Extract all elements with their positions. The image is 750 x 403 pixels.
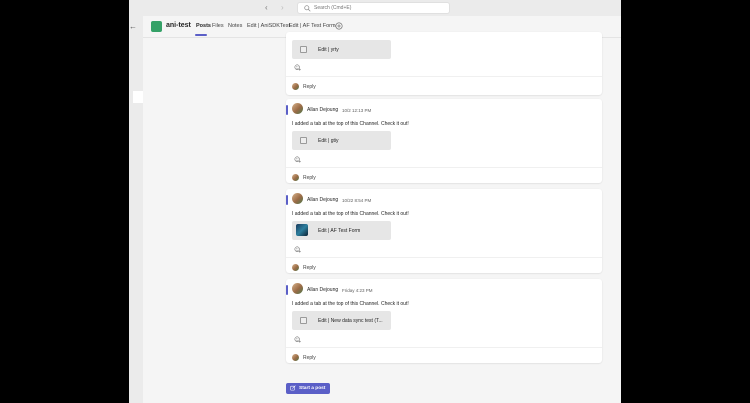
reply-button[interactable]: Reply	[303, 84, 316, 90]
post-message: I added a tab at the top of this Channel…	[292, 211, 409, 217]
post-accent-bar	[286, 195, 288, 205]
team-name: ani-test	[166, 22, 191, 29]
post-author: Allan Dejoung	[307, 287, 339, 293]
tab-posts[interactable]: Posts	[196, 23, 211, 29]
reaction-icon[interactable]	[294, 246, 301, 253]
tab-card-label: Edit | New data sync test (T...	[318, 317, 383, 324]
posts-feed: Edit | yrty Reply Allan Dejoung 10/2 12:…	[129, 32, 621, 403]
divider	[286, 257, 602, 258]
post-message: I added a tab at the top of this Channel…	[292, 121, 409, 127]
divider	[286, 347, 602, 348]
tab-card-label: Edit | yrty	[318, 46, 339, 53]
reaction-icon[interactable]	[294, 336, 301, 343]
forward-button[interactable]: ›	[281, 3, 284, 12]
add-tab-icon[interactable]	[335, 22, 343, 30]
collapse-arrow-icon[interactable]: ←	[129, 22, 137, 31]
tab-card-label: Edit | gtiy	[318, 137, 339, 144]
tab-app-icon	[300, 137, 307, 144]
post-accent-bar	[286, 285, 288, 295]
tab-card-label: Edit | AF Test Form	[318, 227, 361, 234]
divider	[286, 167, 602, 168]
post-message: I added a tab at the top of this Channel…	[292, 301, 409, 307]
back-button[interactable]: ‹	[265, 3, 268, 12]
tab-card[interactable]: Edit | New data sync test (T...	[292, 311, 391, 330]
tab-files[interactable]: Files	[212, 23, 224, 29]
teams-window: ‹ › ← ani-test Posts Files Notes Edit | …	[129, 0, 621, 403]
post-card: Edit | yrty Reply	[286, 32, 602, 95]
team-avatar	[151, 21, 162, 32]
tab-edit-af-test-form[interactable]: Edit | AF Test Form	[289, 23, 336, 29]
tab-app-icon	[300, 317, 307, 324]
reply-button[interactable]: Reply	[303, 265, 316, 271]
post-card: Allan Dejoung Friday 4:23 PM I added a t…	[286, 279, 602, 363]
tab-card[interactable]: Edit | AF Test Form	[292, 221, 391, 240]
post-time: 10/2 12:13 PM	[342, 107, 372, 113]
active-tab-indicator	[195, 34, 207, 36]
tab-app-thumbnail	[296, 224, 308, 236]
reply-button[interactable]: Reply	[303, 175, 316, 181]
search-box[interactable]	[297, 2, 450, 14]
post-author: Allan Dejoung	[307, 107, 339, 113]
reaction-icon[interactable]	[294, 64, 301, 71]
post-accent-bar	[286, 105, 288, 115]
tab-card[interactable]: Edit | gtiy	[292, 131, 391, 150]
post-author: Allan Dejoung	[307, 197, 339, 203]
post-card: Allan Dejoung 10/22 8:54 PM I added a ta…	[286, 189, 602, 273]
tab-notes[interactable]: Notes	[228, 23, 242, 29]
reply-avatar	[292, 174, 299, 181]
author-avatar	[292, 193, 303, 204]
tab-card[interactable]: Edit | yrty	[292, 40, 391, 59]
title-bar: ‹ ›	[129, 0, 621, 16]
post-card: Allan Dejoung 10/2 12:13 PM I added a ta…	[286, 99, 602, 183]
search-icon	[304, 5, 311, 12]
start-post-button[interactable]: Start a post	[286, 383, 330, 394]
reply-avatar	[292, 264, 299, 271]
author-avatar	[292, 103, 303, 114]
reply-avatar	[292, 354, 299, 361]
reply-avatar	[292, 83, 299, 90]
reply-button[interactable]: Reply	[303, 355, 316, 361]
post-time: 10/22 8:54 PM	[342, 197, 372, 203]
tab-app-icon	[300, 46, 307, 53]
divider	[286, 76, 602, 77]
post-time: Friday 4:23 PM	[342, 287, 373, 293]
author-avatar	[292, 283, 303, 294]
start-post-label: Start a post	[299, 385, 326, 391]
compose-icon	[290, 385, 296, 391]
reaction-icon[interactable]	[294, 156, 301, 163]
search-input[interactable]	[314, 3, 444, 13]
tab-edit-anisdktest[interactable]: Edit | AniSDKTest	[247, 23, 290, 29]
